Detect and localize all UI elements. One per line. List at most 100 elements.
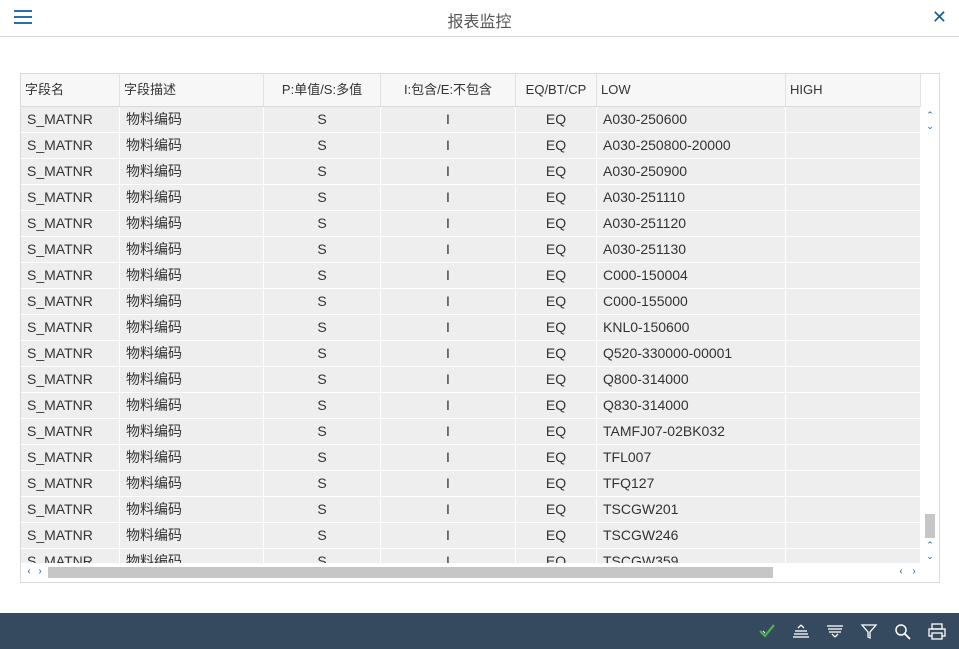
cell-field-name: S_MATNR [21,393,120,418]
scroll-left-icon[interactable]: ‹ [895,566,907,578]
cell-high [786,263,921,288]
close-icon[interactable]: ✕ [932,7,947,28]
table-row[interactable]: S_MATNR 物料编码 S I EQ C000-150004 [21,263,921,289]
table-row[interactable]: S_MATNR 物料编码 S I EQ Q830-314000 [21,393,921,419]
search-icon[interactable] [893,622,913,640]
horizontal-scrollbar[interactable]: ‹ › ‹ › [21,564,939,580]
table-row[interactable]: S_MATNR 物料编码 S I EQ KNL0-150600 [21,315,921,341]
print-icon[interactable] [927,622,947,640]
cell-option: EQ [516,159,597,184]
filter-icon[interactable] [859,622,879,640]
cell-high [786,185,921,210]
cell-low: KNL0-150600 [597,315,786,340]
footer-toolbar [0,613,959,649]
cell-high [786,237,921,262]
cell-option: EQ [516,445,597,470]
cell-low: A030-251110 [597,185,786,210]
cell-low: Q520-330000-00001 [597,341,786,366]
table-row[interactable]: S_MATNR 物料编码 S I EQ Q520-330000-00001 [21,341,921,367]
table-row[interactable]: S_MATNR 物料编码 S I EQ A030-250900 [21,159,921,185]
cell-field-name: S_MATNR [21,419,120,444]
column-header[interactable]: LOW [597,74,786,106]
table-row[interactable]: S_MATNR 物料编码 S I EQ TFQ127 [21,471,921,497]
cell-field-desc: 物料编码 [120,237,264,262]
cell-value-type: S [264,419,381,444]
cell-field-desc: 物料编码 [120,445,264,470]
table-row[interactable]: S_MATNR 物料编码 S I EQ A030-251110 [21,185,921,211]
column-header[interactable]: HIGH [786,74,921,106]
cell-field-name: S_MATNR [21,159,120,184]
cell-low: TFQ127 [597,471,786,496]
cell-value-type: S [264,393,381,418]
cell-field-name: S_MATNR [21,263,120,288]
cell-field-desc: 物料编码 [120,497,264,522]
cell-value-type: S [264,471,381,496]
cell-field-desc: 物料编码 [120,107,264,132]
table-row[interactable]: S_MATNR 物料编码 S I EQ A030-250800-20000 [21,133,921,159]
cell-low: Q830-314000 [597,393,786,418]
cell-value-type: S [264,445,381,470]
check-icon[interactable] [757,622,777,640]
cell-value-type: S [264,133,381,158]
cell-field-desc: 物料编码 [120,315,264,340]
title-bar: 报表监控 ✕ [0,0,959,37]
cell-high [786,133,921,158]
cell-field-desc: 物料编码 [120,393,264,418]
table-row[interactable]: S_MATNR 物料编码 S I EQ TSCGW246 [21,523,921,549]
cell-value-type: S [264,211,381,236]
table-row[interactable]: S_MATNR 物料编码 S I EQ A030-251130 [21,237,921,263]
cell-field-desc: 物料编码 [120,471,264,496]
cell-field-name: S_MATNR [21,107,120,132]
cell-high [786,419,921,444]
scroll-down-icon[interactable]: ⌄ [924,120,936,132]
cell-field-name: S_MATNR [21,289,120,314]
cell-value-type: S [264,367,381,392]
cell-high [786,211,921,236]
table-row[interactable]: S_MATNR 物料编码 S I EQ TAMFJ07-02BK032 [21,419,921,445]
table-row[interactable]: S_MATNR 物料编码 S I EQ C000-155000 [21,289,921,315]
cell-include-exclude: I [381,263,516,288]
table-row[interactable]: S_MATNR 物料编码 S I EQ A030-251120 [21,211,921,237]
cell-field-desc: 物料编码 [120,159,264,184]
table-row[interactable]: S_MATNR 物料编码 S I EQ Q800-314000 [21,367,921,393]
cell-include-exclude: I [381,211,516,236]
vertical-scrollbar[interactable]: ⌃ ⌄ ⌃ ⌄ [922,107,938,563]
column-header[interactable]: EQ/BT/CP [516,74,597,106]
cell-low: A030-250800-20000 [597,133,786,158]
cell-include-exclude: I [381,237,516,262]
cell-high [786,445,921,470]
cell-include-exclude: I [381,445,516,470]
cell-field-desc: 物料编码 [120,211,264,236]
column-header[interactable]: 字段描述 [120,74,264,106]
cell-field-name: S_MATNR [21,523,120,548]
cell-include-exclude: I [381,549,516,563]
cell-low: C000-155000 [597,289,786,314]
cell-field-desc: 物料编码 [120,185,264,210]
table-row[interactable]: S_MATNR 物料编码 S I EQ A030-250600 [21,107,921,133]
scroll-right-icon[interactable]: › [34,566,46,578]
cell-high [786,315,921,340]
cell-include-exclude: I [381,341,516,366]
sort-ascending-icon[interactable] [791,622,811,640]
cell-field-name: S_MATNR [21,471,120,496]
cell-field-name: S_MATNR [21,237,120,262]
scroll-right-icon[interactable]: › [908,566,920,578]
table-row[interactable]: S_MATNR 物料编码 S I EQ TSCGW359 [21,549,921,563]
cell-low: C000-150004 [597,263,786,288]
scroll-down-icon[interactable]: ⌄ [924,550,936,562]
sort-descending-icon[interactable] [825,622,845,640]
cell-option: EQ [516,419,597,444]
cell-option: EQ [516,237,597,262]
cell-option: EQ [516,107,597,132]
table-row[interactable]: S_MATNR 物料编码 S I EQ TSCGW201 [21,497,921,523]
cell-field-name: S_MATNR [21,315,120,340]
vertical-scroll-thumb[interactable] [925,514,935,538]
cell-low: TSCGW246 [597,523,786,548]
table-row[interactable]: S_MATNR 物料编码 S I EQ TFL007 [21,445,921,471]
cell-low: TSCGW359 [597,549,786,563]
cell-include-exclude: I [381,289,516,314]
column-header[interactable]: I:包含/E:不包含 [381,74,516,106]
column-header[interactable]: 字段名 [21,74,120,106]
horizontal-scroll-thumb[interactable] [48,567,773,578]
column-header[interactable]: P:单值/S:多值 [264,74,381,106]
